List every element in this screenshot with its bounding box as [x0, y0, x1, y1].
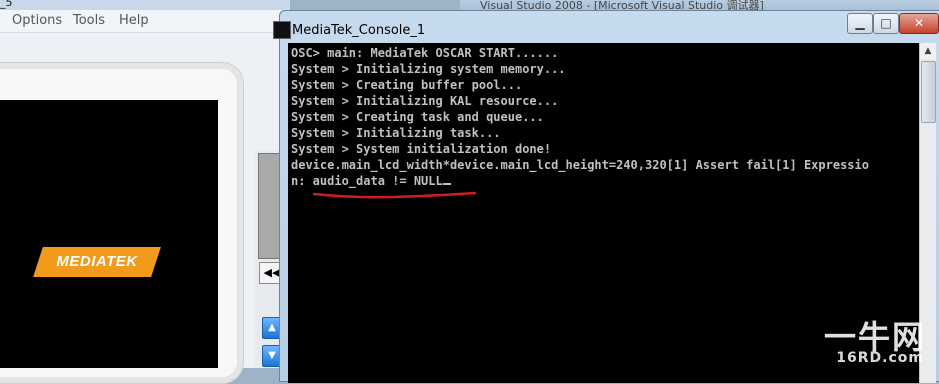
console-line: System > Creating task and queue... — [291, 110, 544, 124]
console-line: System > Initializing system memory... — [291, 62, 566, 76]
simulator-window: _5 Options Tools Help MEDIATEK ◀◀ ▲ ▼ — [0, 0, 290, 384]
phone-screen[interactable] — [0, 100, 218, 368]
red-underline-annotation — [312, 191, 477, 199]
console-line: device.main_lcd_width*device.main_lcd_he… — [291, 158, 869, 172]
console-assert-line: n: audio_data != NULL — [291, 173, 451, 189]
simulator-title-bar: _5 — [0, 0, 290, 10]
menu-help[interactable]: Help — [119, 13, 149, 28]
console-title: MediaTek_Console_1 — [292, 23, 426, 38]
console-app-icon — [273, 21, 291, 39]
background-window-title-bar: Visual Studio 2008 - [Microsoft Visual S… — [460, 0, 939, 12]
console-line: OSC> main: MediaTek OSCAR START...... — [291, 46, 559, 60]
menu-options[interactable]: Options — [12, 13, 62, 28]
simulator-title-fragment: _5 — [0, 0, 13, 9]
console-line: System > Initializing task... — [291, 126, 501, 140]
console-line-text: n: audio_data != NULL — [291, 174, 443, 188]
watermark: 一牛网 16RD.com — [782, 312, 932, 368]
console-line: System > Creating buffer pool... — [291, 78, 523, 92]
scrollbar-up-arrow-icon[interactable]: ▲ — [920, 43, 936, 59]
watermark-url: 16RD.com — [836, 350, 924, 366]
scrollbar-thumb[interactable] — [921, 61, 936, 123]
minimize-button[interactable]: ▁ — [847, 13, 873, 34]
console-line: System > System initialization done! — [291, 142, 552, 156]
text-cursor — [442, 183, 451, 185]
console-line: System > Initializing KAL resource... — [291, 94, 559, 108]
simulator-menu-bar: Options Tools Help — [0, 10, 290, 33]
close-button[interactable]: ✕ — [899, 13, 939, 34]
mediatek-logo-text: MEDIATEK — [56, 253, 138, 270]
maximize-button[interactable]: □ — [873, 13, 899, 34]
menu-tools[interactable]: Tools — [73, 13, 105, 28]
mediatek-logo: MEDIATEK — [33, 247, 161, 277]
